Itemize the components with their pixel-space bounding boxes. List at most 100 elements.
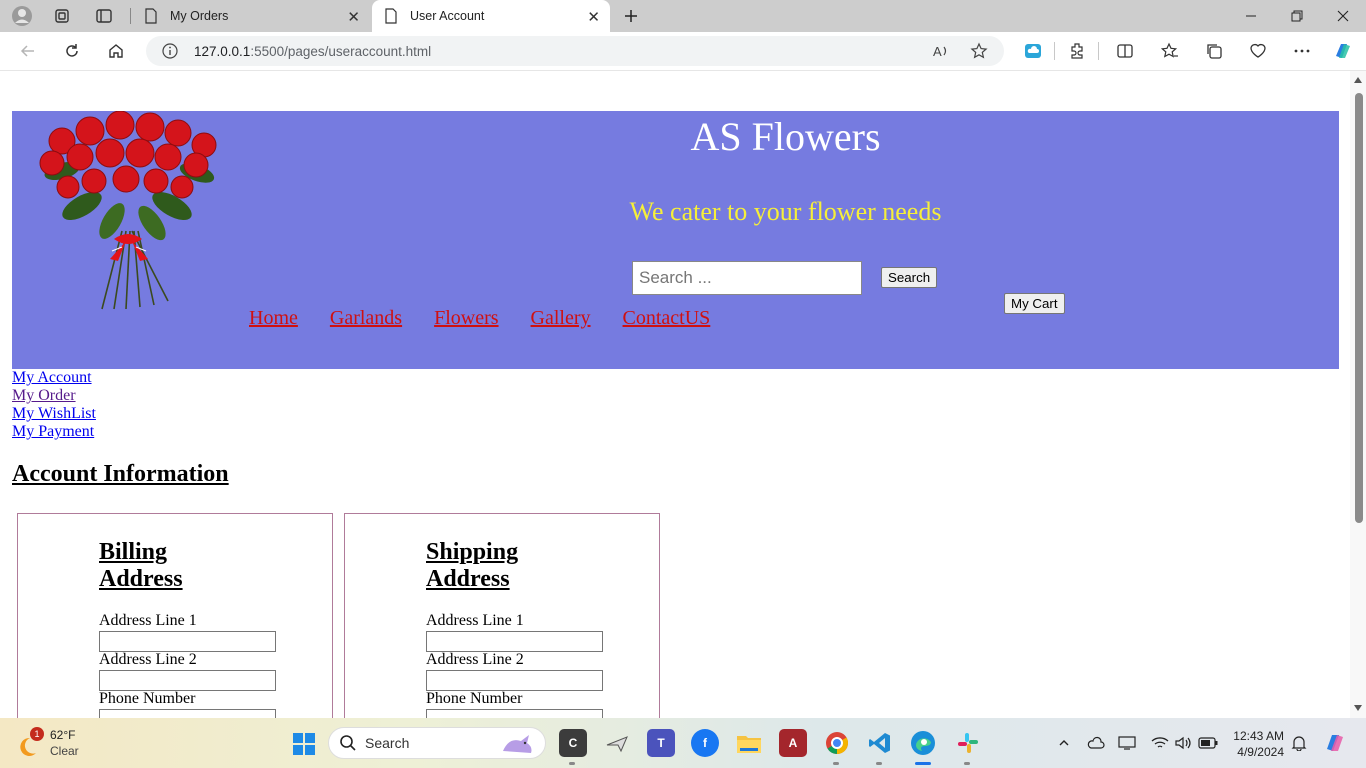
billing-line1-label: Address Line 1 [99,612,197,629]
workspaces-icon[interactable] [50,4,74,28]
volume-icon[interactable] [1174,733,1194,753]
display-icon[interactable] [1117,733,1137,753]
copilot-icon[interactable] [1331,39,1355,63]
back-icon[interactable] [16,39,40,63]
tab-title: My Orders [170,9,229,23]
search-icon [340,735,356,751]
search-button[interactable]: Search [881,267,938,288]
sidebar-link-my-wishlist[interactable]: My WishList [12,405,96,423]
collections-icon[interactable] [1202,39,1226,63]
site-title: AS Flowers [690,114,881,159]
scroll-up-arrow-icon[interactable] [1354,77,1362,83]
running-indicator [833,762,839,765]
tab-separator [130,8,131,24]
battery-icon[interactable] [1198,733,1218,753]
taskbar-teams-icon[interactable]: T [647,729,675,757]
favorite-star-icon[interactable] [970,42,988,63]
url-host: 127.0.0.1 [194,43,251,59]
restore-icon[interactable] [1274,0,1320,32]
shipping-phone-input[interactable] [426,709,603,718]
read-aloud-icon[interactable]: A [932,42,950,63]
tab-actions-icon[interactable] [92,4,116,28]
tab-bar: My Orders ✕ User Account ✕ [0,0,1366,32]
page-icon [385,8,397,24]
taskbar-search[interactable]: Search [328,727,546,759]
url-path: :5500/pages/useraccount.html [250,43,432,59]
shipping-address-title: Shipping Address [426,539,519,592]
taskbar-edge-icon[interactable] [909,729,937,757]
start-button-windows-icon[interactable] [290,730,318,758]
clock-date: 4/9/2024 [1237,745,1284,759]
my-cart-button[interactable]: My Cart [1004,293,1065,314]
site-tagline: We cater to your flower needs [629,197,942,226]
shipping-line1-label: Address Line 1 [426,612,524,629]
nav-link-garlands[interactable]: Garlands [330,307,402,330]
billing-phone-label: Phone Number [99,690,196,707]
billing-line2-input[interactable] [99,670,276,691]
home-icon[interactable] [104,39,128,63]
tab-user-account[interactable]: User Account ✕ [372,0,610,32]
page-viewport: AS Flowers We cater to your flower needs… [0,70,1366,718]
billing-phone-input[interactable] [99,709,276,718]
shipping-line1-input[interactable] [426,631,603,652]
search-highlight-unicorn-icon [503,735,532,753]
nav-link-contactus[interactable]: ContactUS [623,307,711,330]
billing-line1-input[interactable] [99,631,276,652]
minimize-icon[interactable] [1228,0,1274,32]
profile-icon[interactable] [10,4,34,28]
nav-link-gallery[interactable]: Gallery [531,307,591,330]
main-nav: Home Garlands Flowers Gallery ContactUS [249,307,710,330]
show-hidden-icons-chevron-icon[interactable] [1054,733,1074,753]
taskbar-chrome-icon[interactable] [823,729,851,757]
clock-time: 12:43 AM [1233,729,1284,743]
shipping-address-card: Shipping Address Address Line 1 Address … [344,513,660,718]
extension-cloud-icon[interactable] [1021,39,1045,63]
tab-my-orders[interactable]: My Orders ✕ [132,0,370,32]
site-info-icon[interactable] [162,43,178,59]
weather-condition: Clear [50,744,79,758]
scrollbar-thumb[interactable] [1355,93,1363,523]
shipping-line2-input[interactable] [426,670,603,691]
taskbar-file-explorer-icon[interactable] [735,729,763,757]
scroll-down-arrow-icon[interactable] [1354,705,1362,711]
taskbar-app-plane-icon[interactable] [603,729,631,757]
favorites-icon[interactable] [1158,39,1182,63]
account-information-heading: Account Information [12,461,229,487]
onedrive-cloud-icon[interactable] [1086,733,1106,753]
notifications-bell-icon[interactable] [1289,733,1309,753]
more-options-icon[interactable] [1290,39,1314,63]
copilot-taskbar-icon[interactable] [1322,730,1348,756]
billing-address-title: Billing Address [99,539,183,592]
close-tab-icon[interactable]: ✕ [587,8,600,26]
sidebar-link-my-account[interactable]: My Account [12,369,96,387]
nav-link-home[interactable]: Home [249,307,298,330]
taskbar-facebook-icon[interactable]: f [691,729,719,757]
running-indicator [876,762,882,765]
page-scrollbar[interactable] [1350,71,1366,718]
nav-link-flowers[interactable]: Flowers [434,307,498,330]
toolbar-separator [1054,42,1055,60]
taskbar-vscode-icon[interactable] [866,729,894,757]
search-input[interactable] [632,261,862,295]
close-tab-icon[interactable]: ✕ [347,8,360,26]
svg-text:A: A [933,44,942,59]
sidebar-link-my-payment[interactable]: My Payment [12,423,96,441]
weather-widget[interactable]: 1 62°F Clear [18,727,108,761]
extensions-icon[interactable] [1065,39,1089,63]
sidebar-link-my-order[interactable]: My Order [12,387,96,405]
weather-badge: 1 [30,727,44,741]
windows-taskbar: 1 62°F Clear Search C T f A 12:43 AM 4/9… [0,718,1366,768]
taskbar-slack-icon[interactable] [954,729,982,757]
browser-essentials-icon[interactable] [1246,39,1270,63]
new-tab-icon[interactable] [619,4,643,28]
split-screen-icon[interactable] [1113,39,1137,63]
taskbar-access-icon[interactable]: A [779,729,807,757]
system-clock[interactable]: 12:43 AM 4/9/2024 [1226,728,1284,760]
billing-line2-label: Address Line 2 [99,651,197,668]
refresh-icon[interactable] [60,39,84,63]
wifi-icon[interactable] [1150,733,1170,753]
taskbar-app-c-icon[interactable]: C [559,729,587,757]
address-bar[interactable]: 127.0.0.1:5500/pages/useraccount.html A [146,36,1004,66]
shipping-line2-label: Address Line 2 [426,651,524,668]
close-window-icon[interactable] [1320,0,1366,32]
